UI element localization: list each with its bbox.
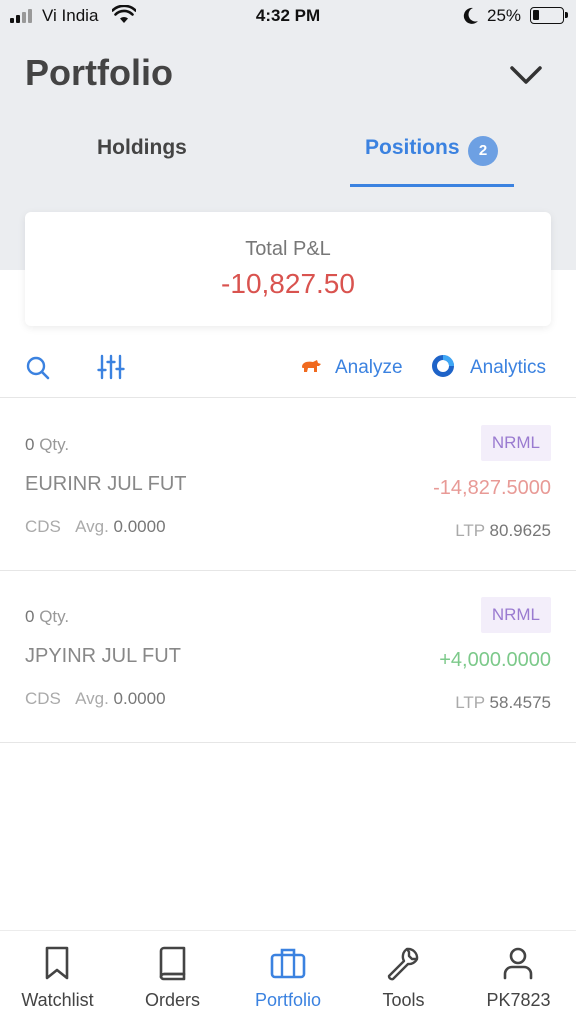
page-title: Portfolio [25, 52, 173, 93]
total-pnl-card: Total P&L -10,827.50 [25, 212, 551, 326]
search-icon[interactable] [25, 355, 51, 381]
tab-holdings-label: Holdings [97, 136, 187, 159]
tab-positions-label: Positions [365, 136, 460, 159]
nav-tools[interactable]: Tools [346, 931, 461, 1024]
wrench-icon [387, 947, 419, 981]
analytics-ring-icon [432, 355, 454, 377]
quantity: 0 Qty. [25, 435, 70, 454]
exchange-and-average: CDS Avg. 0.0000 [25, 517, 166, 536]
instrument-symbol: EURINR JUL FUT [25, 473, 187, 495]
active-tab-indicator [350, 184, 514, 187]
product-type-badge: NRML [480, 425, 551, 461]
book-icon [159, 946, 186, 981]
last-traded-price: LTP 80.9625 [455, 521, 551, 540]
bull-icon [302, 360, 321, 372]
nav-tools-label: Tools [382, 990, 425, 1010]
nav-portfolio[interactable]: Portfolio [230, 931, 346, 1024]
exchange-and-average: CDS Avg. 0.0000 [25, 689, 166, 708]
analyze-label: Analyze [335, 357, 403, 378]
instrument-symbol: JPYINR JUL FUT [25, 645, 181, 667]
total-pnl-value: -10,827.50 [221, 268, 355, 299]
position-row[interactable]: 0 Qty. EURINR JUL FUT CDS Avg. 0.0000 NR… [0, 399, 576, 571]
position-pnl: -14,827.5000 [433, 477, 551, 499]
user-icon [503, 947, 533, 980]
nav-portfolio-label: Portfolio [254, 990, 322, 1010]
bottom-navigation: Watchlist Orders Portfolio Tools PK7823 [0, 930, 576, 1024]
battery-icon [530, 7, 568, 24]
total-pnl-label: Total P&L [245, 238, 331, 260]
positions-toolbar: Analyze Analytics [0, 340, 576, 398]
nav-watchlist-label: Watchlist [21, 990, 94, 1010]
bookmark-icon [45, 946, 69, 980]
nav-orders-label: Orders [144, 990, 200, 1010]
nav-profile-label: PK7823 [486, 990, 551, 1010]
tab-holdings[interactable]: Holdings [97, 136, 187, 188]
analytics-label: Analytics [470, 357, 547, 378]
nav-orders[interactable]: Orders [115, 931, 230, 1024]
briefcase-icon [270, 948, 306, 979]
battery-percent: 25% [487, 6, 522, 25]
positions-count-badge: 2 [468, 136, 498, 166]
sliders-icon[interactable] [97, 353, 125, 381]
nav-profile[interactable]: PK7823 [461, 931, 576, 1024]
position-row[interactable]: 0 Qty. JPYINR JUL FUT CDS Avg. 0.0000 NR… [0, 571, 576, 743]
position-pnl: +4,000.0000 [439, 649, 551, 671]
do-not-disturb-icon [463, 7, 478, 24]
chevron-down-icon[interactable] [508, 60, 544, 90]
product-type-badge: NRML [480, 597, 551, 633]
tab-positions[interactable]: Positions 2 [350, 136, 514, 188]
last-traded-price: LTP 58.4575 [455, 693, 551, 712]
nav-watchlist[interactable]: Watchlist [0, 931, 115, 1024]
quantity: 0 Qty. [25, 607, 70, 626]
analytics-button[interactable]: Analytics [431, 353, 553, 381]
status-bar: Vi India 4:32 PM 25% [0, 0, 576, 34]
